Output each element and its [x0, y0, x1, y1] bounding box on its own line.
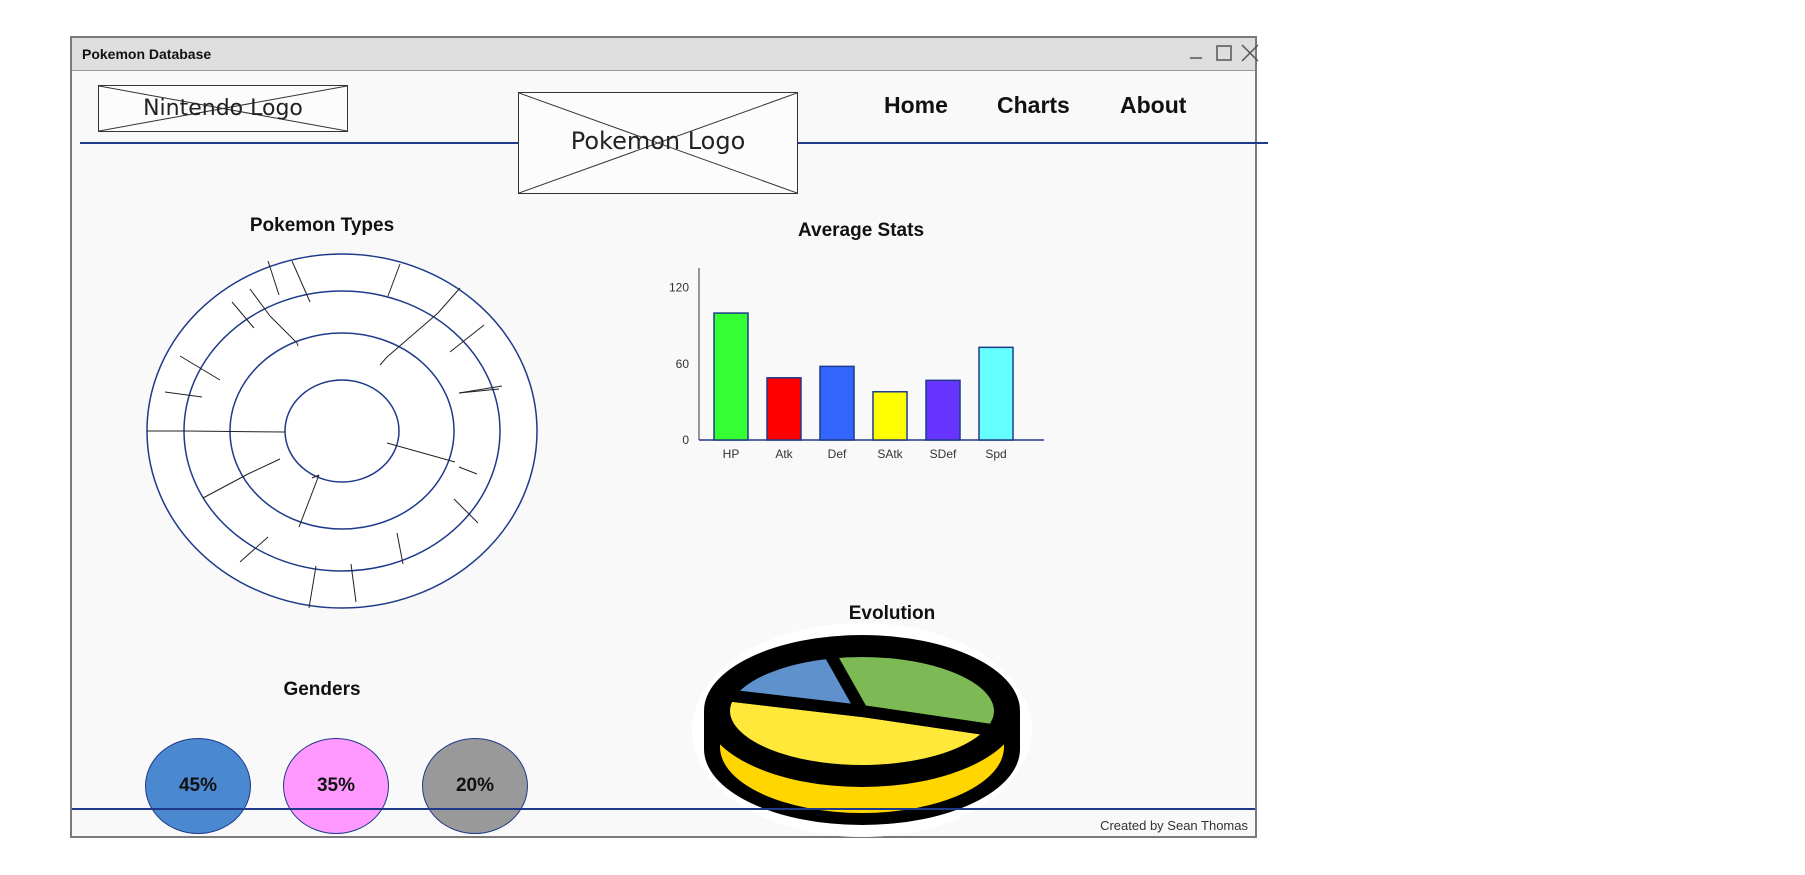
average-stats-bar-chart: 0 60 120 HP Atk Def SAtk SDef Spd [669, 268, 1044, 461]
bar-satk [872, 391, 908, 441]
sunburst-ring-inner [284, 379, 400, 483]
footer-divider [72, 808, 1255, 810]
y-tick-label: 60 [676, 357, 690, 371]
genders-title: Genders [283, 679, 361, 700]
gender-circle-male: 45% [145, 738, 251, 834]
y-tick-label: 120 [669, 281, 689, 295]
y-tick-label: 0 [682, 433, 689, 447]
bar-sdef [925, 379, 961, 441]
bar-hp [713, 312, 749, 441]
app-window: Pokemon Database Nintendo Logo Pokemon L… [70, 36, 1268, 838]
x-tick-label: Atk [775, 447, 793, 461]
x-tick-label: Def [828, 447, 847, 461]
x-tick-label: SDef [930, 447, 957, 461]
bar-def [819, 365, 855, 441]
bar-spd [978, 346, 1014, 441]
evolution-pie-chart [692, 623, 1032, 837]
gender-circle-female: 35% [283, 738, 389, 834]
x-tick-label: SAtk [877, 447, 903, 461]
evolution-title: Evolution [848, 603, 936, 624]
x-tick-label: HP [723, 447, 740, 461]
bar-atk [766, 377, 802, 441]
footer-credit: Created by Sean Thomas [1100, 818, 1248, 833]
x-tick-label: Spd [985, 447, 1006, 461]
gender-circle-unknown: 20% [422, 738, 528, 834]
stats-title: Average Stats [797, 220, 925, 241]
